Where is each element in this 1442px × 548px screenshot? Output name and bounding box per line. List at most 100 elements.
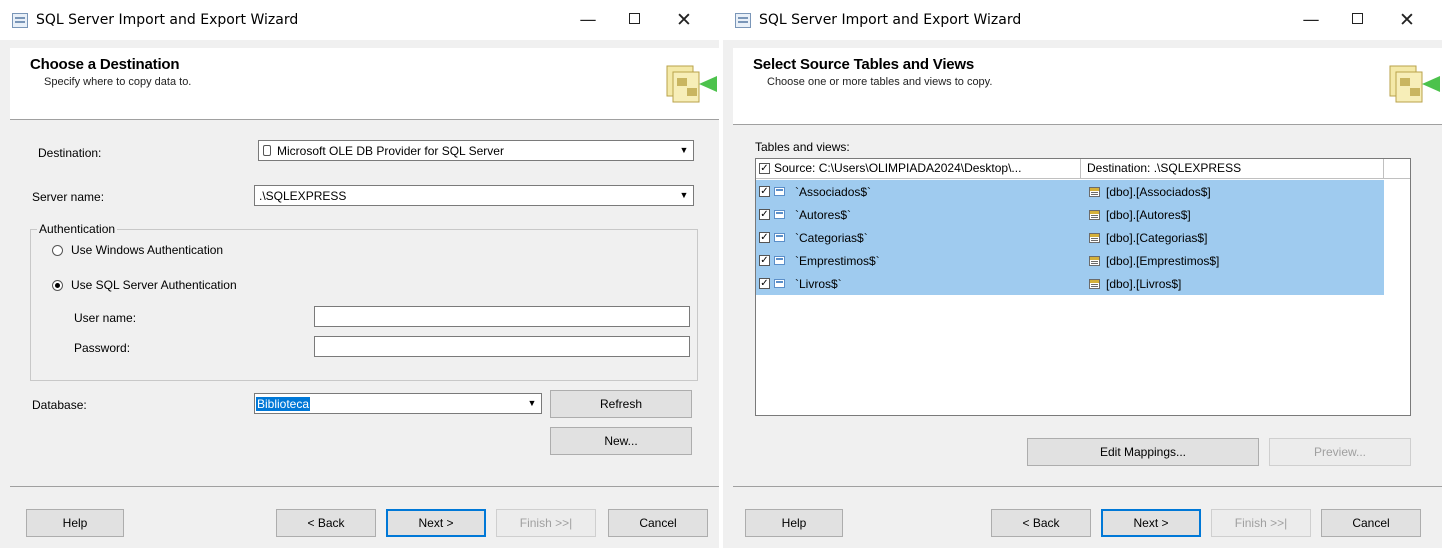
database-value[interactable]: Biblioteca [256, 397, 311, 411]
wizard-graphic-icon [666, 65, 717, 103]
close-button[interactable]: ✕ [1384, 2, 1430, 38]
tables-and-views-label: Tables and views: [755, 140, 850, 154]
destination-table-icon [1089, 186, 1100, 197]
table-row[interactable]: ✓ `Associados$` [dbo].[Associados$] [756, 180, 1384, 203]
row-checkbox[interactable]: ✓ [759, 186, 770, 197]
grid-header: ✓ Source: C:\Users\OLIMPIADA2024\Desktop… [756, 159, 1410, 179]
database-icon [263, 145, 271, 156]
page-subtitle: Specify where to copy data to. [44, 76, 192, 88]
footer-separator [733, 486, 1442, 487]
table-row[interactable]: ✓ `Emprestimos$` [dbo].[Emprestimos$] [756, 249, 1384, 272]
source-table-name: `Livros$` [795, 276, 842, 291]
wizard-graphic-icon [1389, 65, 1440, 103]
edit-mappings-button[interactable]: Edit Mappings... [1027, 438, 1259, 466]
destination-combo[interactable]: Microsoft OLE DB Provider for SQL Server… [258, 140, 694, 161]
page-title: Select Source Tables and Views [753, 56, 975, 73]
chevron-down-icon[interactable]: ▼ [675, 142, 692, 159]
wizard-window-select-tables: SQL Server Import and Export Wizard — ✕ … [723, 0, 1442, 548]
maximize-icon [1351, 13, 1363, 24]
back-button[interactable]: < Back [991, 509, 1091, 537]
maximize-button[interactable] [1334, 2, 1380, 38]
chevron-down-icon[interactable]: ▼ [523, 395, 540, 412]
destination-table-name[interactable]: [dbo].[Autores$] [1106, 208, 1191, 222]
windows-auth-radio[interactable]: Use Windows Authentication [52, 243, 223, 257]
close-button[interactable]: ✕ [661, 2, 707, 38]
wizard-app-icon [735, 13, 751, 28]
cancel-button[interactable]: Cancel [608, 509, 708, 537]
source-table-icon [774, 256, 785, 265]
window-title: SQL Server Import and Export Wizard [36, 12, 299, 28]
source-column-header[interactable]: ✓ Source: C:\Users\OLIMPIADA2024\Desktop… [756, 159, 1081, 179]
minimize-button[interactable]: — [565, 2, 611, 38]
destination-table-icon [1089, 255, 1100, 266]
radio-selected-icon [52, 279, 63, 291]
password-input[interactable] [314, 336, 690, 357]
back-button[interactable]: < Back [276, 509, 376, 537]
database-label: Database: [32, 398, 87, 412]
maximize-button[interactable] [611, 2, 657, 38]
wizard-window-destination: SQL Server Import and Export Wizard — ✕ … [0, 0, 719, 548]
server-name-label: Server name: [32, 190, 105, 204]
grid-header-filler [1384, 159, 1410, 179]
next-button[interactable]: Next > [1101, 509, 1201, 537]
destination-column-header[interactable]: Destination: .\SQLEXPRESS [1081, 159, 1384, 179]
tables-panel: Tables and views: ✓ Source: C:\Users\OLI… [723, 140, 1442, 440]
row-checkbox[interactable]: ✓ [759, 232, 770, 243]
sql-auth-radio[interactable]: Use SQL Server Authentication [52, 278, 237, 292]
destination-label: Destination: [38, 146, 102, 160]
help-button[interactable]: Help [745, 509, 843, 537]
cancel-button[interactable]: Cancel [1321, 509, 1421, 537]
authentication-legend: Authentication [37, 222, 118, 236]
source-column-label: Source: C:\Users\OLIMPIADA2024\Desktop\.… [774, 161, 1022, 175]
source-table-name: `Associados$` [795, 184, 872, 199]
destination-value: Microsoft OLE DB Provider for SQL Server [277, 144, 504, 158]
password-label: Password: [74, 341, 131, 355]
destination-table-name[interactable]: [dbo].[Associados$] [1106, 185, 1211, 199]
user-name-input[interactable] [314, 306, 690, 327]
window-title: SQL Server Import and Export Wizard [759, 12, 1022, 28]
wizard-page-header: Choose a Destination Specify where to co… [10, 48, 719, 120]
select-all-checkbox[interactable]: ✓ [759, 163, 770, 174]
minimize-button[interactable]: — [1288, 2, 1334, 38]
table-row[interactable]: ✓ `Autores$` [dbo].[Autores$] [756, 203, 1384, 226]
row-checkbox[interactable]: ✓ [759, 278, 770, 289]
title-bar: SQL Server Import and Export Wizard — ✕ [0, 0, 719, 40]
title-bar: SQL Server Import and Export Wizard — ✕ [723, 0, 1442, 40]
finish-button[interactable]: Finish >>| [496, 509, 596, 537]
sql-auth-label: Use SQL Server Authentication [71, 278, 237, 292]
destination-table-name[interactable]: [dbo].[Categorias$] [1106, 231, 1207, 245]
footer-separator [10, 486, 719, 487]
source-table-icon [774, 210, 785, 219]
source-table-name: `Emprestimos$` [795, 253, 880, 268]
server-name-combo[interactable]: .\SQLEXPRESS ▼ [254, 185, 694, 206]
chevron-down-icon[interactable]: ▼ [675, 187, 692, 204]
wizard-page-header: Select Source Tables and Views Choose on… [733, 48, 1442, 125]
refresh-button[interactable]: Refresh [550, 390, 692, 418]
source-table-icon [774, 187, 785, 196]
server-name-value: .\SQLEXPRESS [259, 189, 347, 203]
source-table-icon [774, 279, 785, 288]
next-button[interactable]: Next > [386, 509, 486, 537]
row-checkbox[interactable]: ✓ [759, 255, 770, 266]
destination-table-icon [1089, 209, 1100, 220]
new-database-button[interactable]: New... [550, 427, 692, 455]
help-button[interactable]: Help [26, 509, 124, 537]
page-title: Choose a Destination [30, 56, 180, 73]
destination-table-name[interactable]: [dbo].[Emprestimos$] [1106, 254, 1219, 268]
table-row[interactable]: ✓ `Livros$` [dbo].[Livros$] [756, 272, 1384, 295]
row-checkbox[interactable]: ✓ [759, 209, 770, 220]
tables-grid[interactable]: ✓ Source: C:\Users\OLIMPIADA2024\Desktop… [755, 158, 1411, 416]
user-name-label: User name: [74, 311, 137, 325]
page-subtitle: Choose one or more tables and views to c… [767, 76, 993, 88]
wizard-app-icon [12, 13, 28, 28]
destination-column-label: Destination: .\SQLEXPRESS [1087, 161, 1242, 175]
preview-button[interactable]: Preview... [1269, 438, 1411, 466]
maximize-icon [628, 13, 640, 24]
windows-auth-label: Use Windows Authentication [71, 243, 224, 257]
source-table-icon [774, 233, 785, 242]
source-table-name: `Categorias$` [795, 230, 868, 245]
finish-button[interactable]: Finish >>| [1211, 509, 1311, 537]
destination-table-name[interactable]: [dbo].[Livros$] [1106, 277, 1181, 291]
table-row[interactable]: ✓ `Categorias$` [dbo].[Categorias$] [756, 226, 1384, 249]
database-combo[interactable]: Biblioteca ▼ [254, 393, 542, 414]
